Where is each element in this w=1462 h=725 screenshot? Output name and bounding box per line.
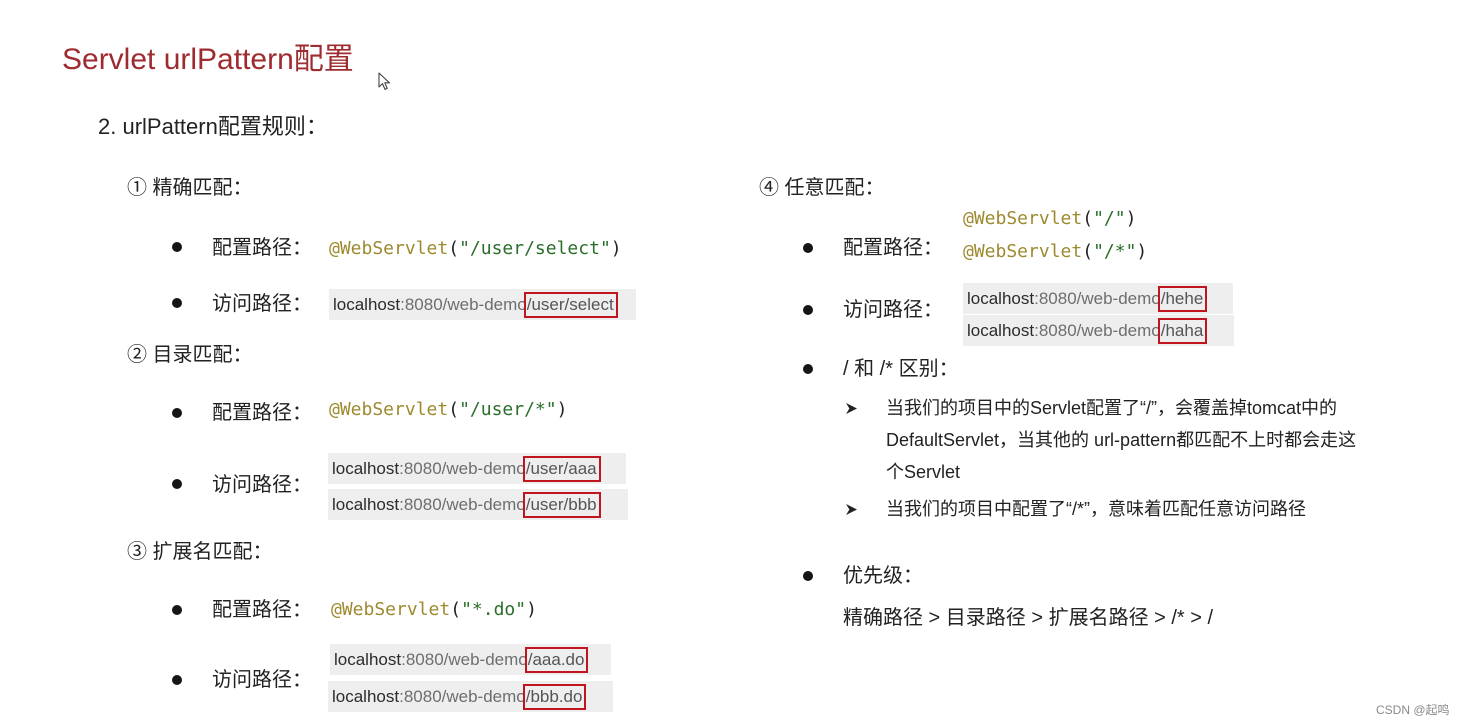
heading-any-match: ④ 任意匹配：	[759, 177, 885, 199]
code-string: "/*"	[1093, 241, 1137, 262]
code-paren-close: )	[1125, 208, 1137, 229]
code-annotation: @WebServlet	[963, 208, 1083, 229]
url-base: :8080/web-demo	[401, 649, 528, 669]
url-path-highlight: /haha	[1157, 317, 1208, 344]
url-host: localhost	[332, 458, 400, 478]
difference-point-slash-star: 当我们的项目中配置了“/*”，意味着匹配任意访问路径	[886, 493, 1306, 525]
url-base: :8080/web-demo	[399, 458, 526, 478]
bullet-icon	[803, 571, 813, 581]
code-paren-open: (	[448, 238, 460, 259]
url-path-highlight: /aaa.do	[524, 646, 589, 673]
access-url-box: localhost :8080/web-demo /aaa.do	[330, 644, 611, 675]
access-url-box: localhost :8080/web-demo /user/select	[329, 289, 636, 320]
bullet-icon	[172, 675, 182, 685]
code-paren-close: )	[1136, 241, 1148, 262]
section-subtitle: 2. urlPattern配置规则：	[98, 114, 328, 139]
code-paren-open: (	[450, 599, 462, 620]
config-path-label: 配置路径：	[212, 402, 312, 424]
bullet-icon	[803, 243, 813, 253]
access-url-box: localhost :8080/web-demo /haha	[963, 315, 1234, 346]
heading-extension-match: ③ 扩展名匹配：	[127, 541, 273, 563]
code-paren-close: )	[526, 599, 537, 620]
code-paren-close: )	[556, 399, 568, 420]
code-annotation: @WebServlet	[329, 238, 449, 259]
config-path-label: 配置路径：	[843, 237, 943, 259]
code-string: "/user/select"	[459, 238, 611, 259]
slide-title: Servlet urlPattern配置	[62, 43, 354, 76]
config-code-directory: @WebServlet("/user/*")	[329, 399, 567, 421]
config-path-label: 配置路径：	[212, 237, 312, 259]
url-host: localhost	[334, 649, 402, 669]
url-base: :8080/web-demo	[399, 494, 526, 514]
heading-exact-match: ① 精确匹配：	[127, 177, 253, 199]
code-paren-open: (	[1082, 208, 1094, 229]
priority-order: 精确路径 > 目录路径 > 扩展名路径 > /* > /	[843, 607, 1214, 629]
arrow-bullet-icon	[846, 504, 857, 515]
access-path-label: 访问路径：	[212, 293, 312, 315]
access-url-box: localhost :8080/web-demo /user/bbb	[328, 489, 628, 520]
url-base: :8080/web-demo	[1034, 288, 1161, 308]
code-annotation: @WebServlet	[963, 241, 1083, 262]
access-path-label: 访问路径：	[212, 474, 312, 496]
url-host: localhost	[967, 320, 1035, 340]
config-code-any-wildcard: @WebServlet("/*")	[963, 241, 1147, 263]
url-path-highlight: /user/select	[523, 291, 618, 318]
explanation-line: DefaultServlet，当其他的 url-pattern都匹配不上时都会走…	[886, 430, 1357, 450]
code-annotation: @WebServlet	[329, 399, 449, 420]
config-path-label: 配置路径：	[212, 599, 312, 621]
config-code-extension: @WebServlet("*.do")	[331, 599, 537, 621]
access-url-box: localhost :8080/web-demo /bbb.do	[328, 681, 613, 712]
config-code-any-root: @WebServlet("/")	[963, 208, 1136, 230]
explanation-line: 当我们的项目中的Servlet配置了“/”，会覆盖掉tomcat中的	[886, 398, 1338, 418]
url-host: localhost	[333, 294, 401, 314]
bullet-icon	[172, 408, 182, 418]
priority-label: 优先级：	[843, 565, 923, 587]
explanation-line: 当我们的项目中配置了“/*”，意味着匹配任意访问路径	[886, 499, 1306, 519]
bullet-icon	[172, 242, 182, 252]
code-string: "/user/*"	[459, 399, 557, 420]
url-base: :8080/web-demo	[1034, 320, 1161, 340]
url-path-highlight: /hehe	[1157, 285, 1208, 312]
bullet-icon	[172, 298, 182, 308]
code-paren-close: )	[610, 238, 622, 259]
url-path-highlight: /user/bbb	[522, 491, 601, 518]
url-base: :8080/web-demo	[399, 686, 526, 706]
code-string: "*.do"	[461, 599, 527, 620]
url-host: localhost	[332, 494, 400, 514]
access-path-label: 访问路径：	[212, 669, 312, 691]
explanation-line: 个Servlet	[886, 462, 961, 482]
url-host: localhost	[967, 288, 1035, 308]
access-path-label: 访问路径：	[843, 299, 943, 321]
csdn-watermark: CSDN @起鸣	[1376, 703, 1450, 717]
heading-directory-match: ② 目录匹配：	[127, 344, 253, 366]
config-code-exact: @WebServlet("/user/select")	[329, 238, 622, 260]
code-annotation: @WebServlet	[331, 599, 451, 620]
url-base: :8080/web-demo	[400, 294, 527, 314]
access-url-box: localhost :8080/web-demo /user/aaa	[328, 453, 626, 484]
arrow-bullet-icon	[846, 403, 857, 414]
bullet-icon	[172, 605, 182, 615]
bullet-icon	[803, 305, 813, 315]
url-path-highlight: /user/aaa	[522, 455, 601, 482]
difference-label: / 和 /* 区别：	[843, 358, 959, 380]
bullet-icon	[172, 479, 182, 489]
bullet-icon	[803, 364, 813, 374]
mouse-cursor-icon	[378, 72, 390, 90]
code-paren-open: (	[1082, 241, 1094, 262]
access-url-box: localhost :8080/web-demo /hehe	[963, 283, 1233, 314]
difference-point-slash: 当我们的项目中的Servlet配置了“/”，会覆盖掉tomcat中的 Defau…	[886, 392, 1356, 488]
url-path-highlight: /bbb.do	[522, 683, 587, 710]
code-paren-open: (	[448, 399, 460, 420]
url-host: localhost	[332, 686, 400, 706]
code-string: "/"	[1093, 208, 1126, 229]
